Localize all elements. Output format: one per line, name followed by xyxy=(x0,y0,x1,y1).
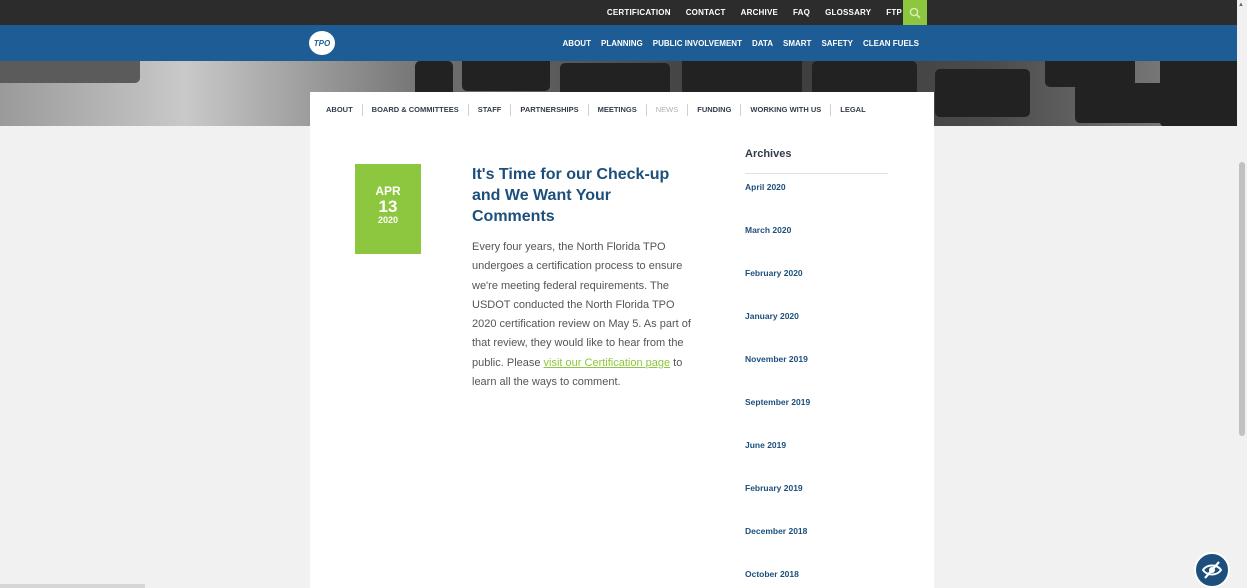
content-panel: ABOUT BOARD & COMMITTEES STAFF PARTNERSH… xyxy=(310,92,934,588)
subnav-meetings[interactable]: MEETINGS xyxy=(589,104,647,116)
subnav-working-with-us[interactable]: WORKING WITH US xyxy=(741,104,832,116)
archives-heading: Archives xyxy=(745,148,792,160)
utility-link-faq[interactable]: FAQ xyxy=(793,8,810,17)
archive-item[interactable]: February 2020 xyxy=(745,268,810,311)
archive-item[interactable]: September 2019 xyxy=(745,397,810,440)
keyboard-key xyxy=(935,69,1030,117)
nav-public-involvement[interactable]: PUBLIC INVOLVEMENT xyxy=(653,39,742,48)
logo-text: TPO xyxy=(313,38,331,48)
utility-link-certification[interactable]: CERTIFICATION xyxy=(607,8,671,17)
utility-link-ftp[interactable]: FTP xyxy=(886,8,902,17)
archives-divider xyxy=(745,173,888,174)
scrollbar-thumb[interactable] xyxy=(1239,162,1245,436)
post-title[interactable]: It's Time for our Check-up and We Want Y… xyxy=(472,164,692,227)
scroll-up-arrow-icon[interactable]: ▲ xyxy=(1238,2,1244,8)
keyboard-key xyxy=(682,61,802,95)
archive-item[interactable]: October 2018 xyxy=(745,569,810,588)
post-date-day: 13 xyxy=(378,197,398,216)
utility-link-glossary[interactable]: GLOSSARY xyxy=(825,8,871,17)
nav-smart[interactable]: SMART xyxy=(783,39,811,48)
subnav-funding[interactable]: FUNDING xyxy=(688,104,742,116)
keyboard-key xyxy=(462,61,550,91)
archive-item[interactable]: December 2018 xyxy=(745,526,810,569)
page-scrollbar[interactable]: ▲ xyxy=(1237,0,1247,588)
archives-list: April 2020 March 2020 February 2020 Janu… xyxy=(745,182,810,588)
subnav-legal[interactable]: LEGAL xyxy=(831,104,874,116)
search-button[interactable] xyxy=(903,0,927,25)
utility-link-contact[interactable]: CONTACT xyxy=(686,8,726,17)
keyboard-key xyxy=(0,61,140,83)
archive-item[interactable]: January 2020 xyxy=(745,311,810,354)
archive-item[interactable]: June 2019 xyxy=(745,440,810,483)
nav-safety[interactable]: SAFETY xyxy=(821,39,853,48)
accessibility-eye-icon xyxy=(1201,561,1223,579)
subnav-news[interactable]: NEWS xyxy=(647,104,689,116)
subnav-about[interactable]: ABOUT xyxy=(326,104,363,116)
subnav-partnerships[interactable]: PARTNERSHIPS xyxy=(511,104,589,116)
main-nav-bar: TPO ABOUT PLANNING PUBLIC INVOLVEMENT DA… xyxy=(0,25,1237,61)
subnav-board-committees[interactable]: BOARD & COMMITTEES xyxy=(363,104,469,116)
post-date-month: APR xyxy=(375,184,401,198)
nav-about[interactable]: ABOUT xyxy=(563,39,591,48)
post-date-badge: APR 13 2020 xyxy=(355,164,421,254)
accessibility-button[interactable] xyxy=(1194,552,1230,588)
archive-item[interactable]: April 2020 xyxy=(745,182,810,225)
utility-link-archive[interactable]: ARCHIVE xyxy=(741,8,778,17)
main-nav: ABOUT PLANNING PUBLIC INVOLVEMENT DATA S… xyxy=(553,25,919,61)
post-body: Every four years, the North Florida TPO … xyxy=(472,238,702,392)
about-subnav: ABOUT BOARD & COMMITTEES STAFF PARTNERSH… xyxy=(310,92,934,128)
search-icon xyxy=(909,7,921,19)
certification-page-link[interactable]: visit our Certification page xyxy=(544,357,671,369)
post-body-text: Every four years, the North Florida TPO … xyxy=(472,241,691,369)
utility-nav: CERTIFICATION CONTACT ARCHIVE FAQ GLOSSA… xyxy=(592,0,902,25)
nav-planning[interactable]: PLANNING xyxy=(601,39,643,48)
nav-clean-fuels[interactable]: CLEAN FUELS xyxy=(863,39,919,48)
bottom-strip xyxy=(0,584,145,588)
keyboard-key xyxy=(812,61,917,95)
subnav-staff[interactable]: STAFF xyxy=(469,104,512,116)
utility-bar: CERTIFICATION CONTACT ARCHIVE FAQ GLOSSA… xyxy=(0,0,1237,25)
archive-item[interactable]: February 2019 xyxy=(745,483,810,526)
archive-item[interactable]: November 2019 xyxy=(745,354,810,397)
post-date-year: 2020 xyxy=(377,215,399,225)
keyboard-key xyxy=(1160,61,1237,126)
tpo-logo[interactable]: TPO xyxy=(309,31,335,55)
nav-data[interactable]: DATA xyxy=(752,39,773,48)
keyboard-key xyxy=(1075,83,1170,123)
archive-item[interactable]: March 2020 xyxy=(745,225,810,268)
